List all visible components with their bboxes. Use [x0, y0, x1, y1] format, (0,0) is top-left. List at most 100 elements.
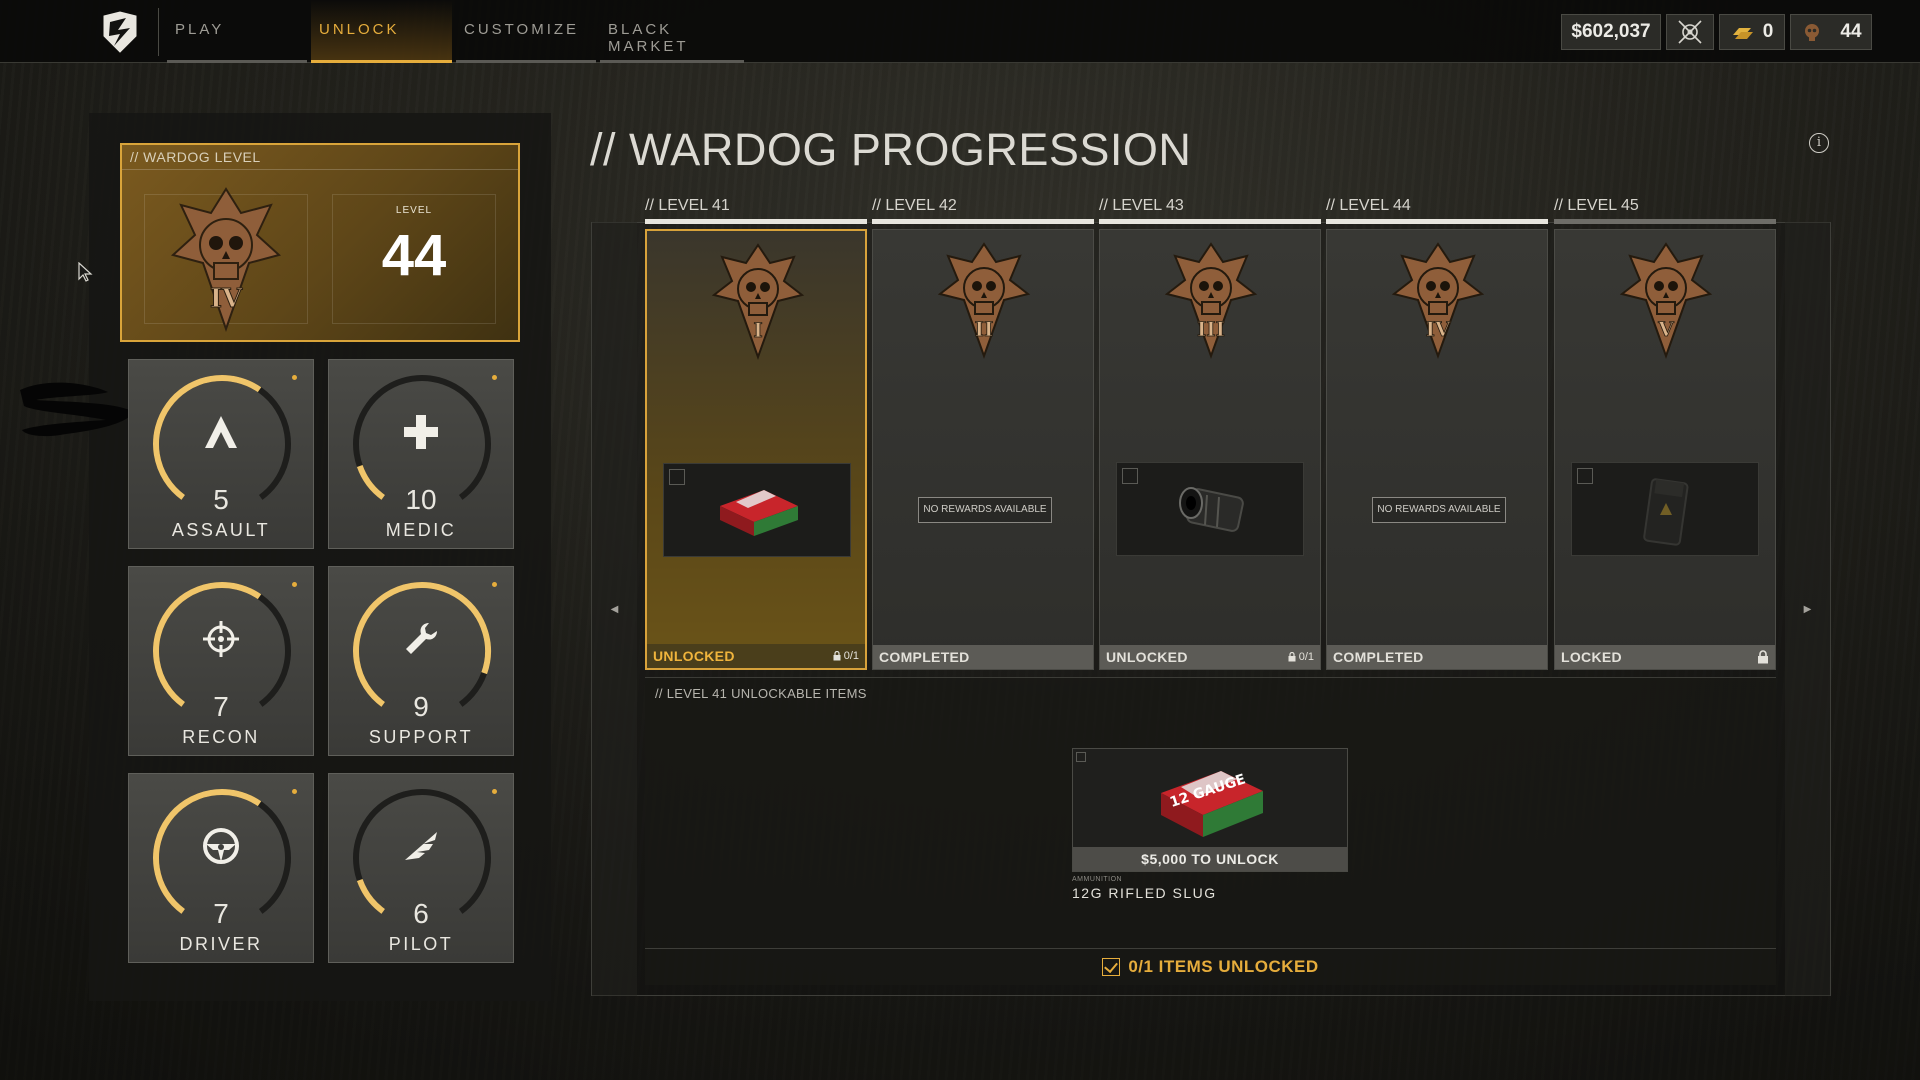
level-label: // LEVEL 45: [1554, 197, 1639, 214]
class-name: SUPPORT: [368, 727, 474, 747]
unlock-count: 0/1: [1288, 651, 1314, 663]
tab-unlock[interactable]: UNLOCK: [311, 0, 452, 63]
level-progress-bar: [1554, 219, 1776, 224]
class-level: 9: [413, 691, 429, 722]
tab-black-market[interactable]: BLACK MARKET: [600, 0, 744, 63]
level-card[interactable]: III UNLOCKED 0/1: [1099, 229, 1321, 670]
level-card[interactable]: I UNLOCKED 0/1: [645, 229, 867, 670]
class-name: DRIVER: [179, 934, 263, 954]
scroll-left-button[interactable]: ◀: [592, 222, 637, 996]
level-emblem-icon: I: [711, 243, 805, 360]
level-emblem-icon: III: [1164, 242, 1258, 359]
equipment-pouch-icon: [1643, 478, 1689, 546]
plus-icon: [329, 412, 513, 459]
level-status: COMPLETED: [879, 649, 970, 665]
unlock-count: 0/1: [833, 650, 859, 662]
wardog-level-card[interactable]: // WARDOG LEVEL IV LEVEL 44: [120, 143, 520, 342]
class-card-driver[interactable]: 7 DRIVER: [128, 773, 314, 963]
level-progress-bar: [1099, 219, 1321, 224]
level-progress-bar: [645, 219, 867, 224]
class-card-assault[interactable]: 5 ASSAULT: [128, 359, 314, 549]
ammo-box-icon: 12 GAUGE: [1161, 771, 1263, 837]
reward-checkbox[interactable]: [1122, 468, 1138, 484]
lock-icon: [1758, 650, 1768, 664]
level-card[interactable]: II NO REWARDS AVAILABLE COMPLETED: [872, 229, 1094, 670]
tab-customize[interactable]: CUSTOMIZE: [456, 0, 596, 63]
mouse-cursor-icon: [78, 262, 93, 282]
class-card-medic[interactable]: 10 MEDIC: [328, 359, 514, 549]
reward-checkbox[interactable]: [1577, 468, 1593, 484]
reward-item-box[interactable]: [1116, 462, 1304, 556]
level-progress-bar: [1326, 219, 1548, 224]
info-icon[interactable]: i: [1809, 133, 1829, 153]
level-status: UNLOCKED: [1106, 649, 1188, 665]
level-card[interactable]: V LOCKED: [1554, 229, 1776, 670]
reward-item-box[interactable]: [1571, 462, 1759, 556]
wardog-level-badge[interactable]: 44: [1790, 14, 1872, 50]
no-rewards-label: NO REWARDS AVAILABLE: [1372, 497, 1506, 523]
unlockable-items-title: // LEVEL 41 UNLOCKABLE ITEMS: [655, 686, 867, 701]
level-emblem-icon: IV: [1391, 242, 1485, 359]
lock-icon: [833, 651, 841, 661]
target-skull-icon: [1678, 20, 1702, 44]
level-emblem-icon: V: [1619, 242, 1713, 359]
wing-icon: [329, 826, 513, 873]
wardog-skull-icon: [1805, 24, 1820, 41]
item-category: AMMUNITION: [1072, 876, 1123, 883]
class-level: 5: [213, 484, 229, 515]
level-status-bar: UNLOCKED 0/1: [647, 644, 865, 668]
muzzle-attachment-icon: [1179, 487, 1244, 532]
crosshair-icon: [129, 619, 313, 666]
items-unlocked-text: 0/1 ITEMS UNLOCKED: [1128, 956, 1319, 976]
reward-item-box[interactable]: [663, 463, 851, 557]
reward-checkbox[interactable]: [669, 469, 685, 485]
level-progress-bar: [872, 219, 1094, 224]
class-card-support[interactable]: 9 SUPPORT: [328, 566, 514, 756]
class-card-recon[interactable]: 7 RECON: [128, 566, 314, 756]
redaction-scribble: [20, 382, 134, 437]
tab-play[interactable]: PLAY: [167, 0, 307, 63]
item-name: 12G RIFLED SLUG: [1072, 885, 1217, 901]
class-level: 7: [213, 898, 229, 929]
class-card-pilot[interactable]: 6 PILOT: [328, 773, 514, 963]
level-status-bar: COMPLETED: [1327, 645, 1547, 669]
class-name: PILOT: [388, 934, 454, 954]
level-card[interactable]: IV NO REWARDS AVAILABLE COMPLETED: [1326, 229, 1548, 670]
no-rewards-label: NO REWARDS AVAILABLE: [918, 497, 1052, 523]
level-column-42: // LEVEL 42 II NO REWARDS AVAILABLE COMPLET…: [872, 197, 1094, 670]
level-status-bar: COMPLETED: [873, 645, 1093, 669]
level-numeral: V: [1657, 317, 1674, 341]
scroll-right-button[interactable]: ▶: [1785, 222, 1830, 996]
level-label: // LEVEL 44: [1326, 197, 1411, 214]
level-numeral: II: [975, 317, 994, 341]
level-numeral: I: [753, 318, 762, 342]
level-column-43: // LEVEL 43 III UNLOCKED 0/1: [1099, 197, 1321, 670]
unlockable-item-card[interactable]: 12 GAUGE $5,000 TO UNLOCK: [1072, 748, 1348, 872]
items-unlocked-summary: 0/1 ITEMS UNLOCKED: [645, 948, 1776, 984]
level-label: // LEVEL 42: [872, 197, 957, 214]
level-label: // LEVEL 41: [645, 197, 730, 214]
money-balance[interactable]: $602,037: [1561, 14, 1661, 50]
logo-divider: [158, 8, 159, 56]
wrench-icon: [329, 619, 513, 666]
level-status-bar: UNLOCKED 0/1: [1100, 645, 1320, 669]
wardog-level-header: // WARDOG LEVEL: [130, 149, 261, 165]
checkmark-icon: [1102, 957, 1121, 976]
gold-bars-icon: [1732, 28, 1753, 39]
unlock-price-button[interactable]: $5,000 TO UNLOCK: [1073, 847, 1347, 871]
item-checkbox[interactable]: [1076, 752, 1086, 762]
chevron-up-icon: [129, 412, 313, 459]
challenges-button[interactable]: [1666, 14, 1714, 50]
gold-balance[interactable]: 0: [1719, 14, 1785, 50]
wardog-level-label: LEVEL: [395, 205, 433, 216]
wardog-level-value-top: 44: [1840, 21, 1862, 42]
top-bar: PLAY UNLOCK CUSTOMIZE BLACK MARKET $602,…: [0, 0, 1920, 63]
class-name: RECON: [182, 727, 260, 747]
level-label: // LEVEL 43: [1099, 197, 1184, 214]
class-level: 10: [405, 484, 437, 515]
ammo-box-icon: [720, 490, 798, 536]
game-logo-icon[interactable]: [100, 10, 140, 54]
class-level: 6: [413, 898, 429, 929]
level-status-bar: LOCKED: [1555, 645, 1775, 669]
level-numeral: III: [1197, 317, 1225, 341]
